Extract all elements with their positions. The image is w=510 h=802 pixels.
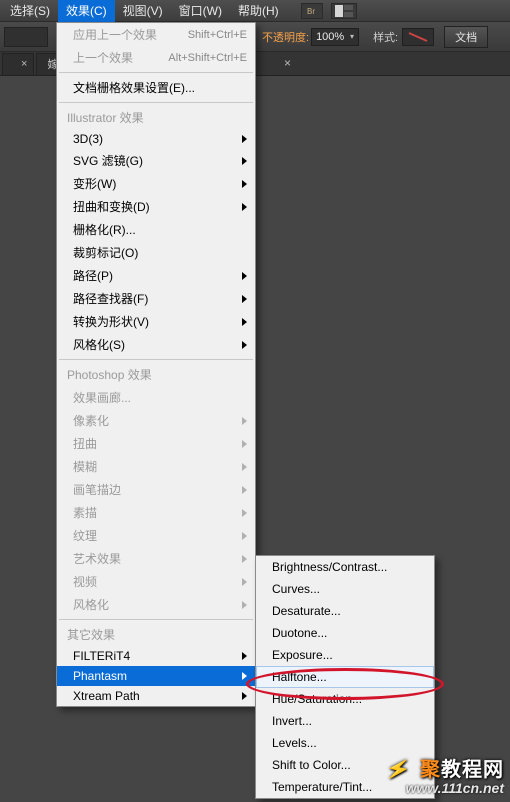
submenu-arrow-icon — [242, 509, 247, 517]
close-icon[interactable]: × — [21, 58, 27, 70]
submenu-arrow-icon — [242, 672, 247, 680]
opacity-field[interactable]: 100% ▾ — [311, 28, 359, 46]
submenu-arrow-icon — [242, 463, 247, 471]
submenu-arrow-icon — [242, 157, 247, 165]
arrange-docs-icon[interactable] — [331, 3, 357, 19]
submenu-arrow-icon — [242, 417, 247, 425]
menu-convert-to-shape[interactable]: 转换为形状(V) — [57, 310, 255, 333]
menubar: 选择(S) 效果(C) 视图(V) 窗口(W) 帮助(H) Br — [0, 0, 510, 22]
watermark-orange: 聚 — [420, 759, 441, 781]
section-other: 其它效果 — [57, 623, 255, 646]
menu-xtream-path[interactable]: Xtream Path — [57, 686, 255, 706]
bridge-icon[interactable]: Br — [301, 3, 323, 19]
menu-doc-raster-settings[interactable]: 文档栅格效果设置(E)... — [57, 76, 255, 99]
section-photoshop: Photoshop 效果 — [57, 363, 255, 386]
tab-1[interactable]: × — [2, 53, 34, 75]
menu-video: 视频 — [57, 570, 255, 593]
submenu-hue-saturation[interactable]: Hue/Saturation... — [256, 688, 434, 710]
menu-effect-gallery: 效果画廊... — [57, 386, 255, 409]
opacity-value: 100% — [316, 29, 344, 45]
submenu-arrow-icon — [242, 578, 247, 586]
menu-apply-last-effect: 应用上一个效果 Shift+Ctrl+E — [57, 23, 255, 46]
menu-ps-stylize: 风格化 — [57, 593, 255, 616]
menu-sketch: 素描 — [57, 501, 255, 524]
menu-blur: 模糊 — [57, 455, 255, 478]
submenu-arrow-icon — [242, 180, 247, 188]
document-setup-button[interactable]: 文档 — [444, 26, 488, 48]
submenu-arrow-icon — [242, 652, 247, 660]
watermark: ⚡ 聚教程网 www.111cn.net — [386, 753, 504, 796]
submenu-arrow-icon — [242, 295, 247, 303]
menu-path[interactable]: 路径(P) — [57, 264, 255, 287]
menu-help[interactable]: 帮助(H) — [230, 0, 287, 22]
submenu-duotone[interactable]: Duotone... — [256, 622, 434, 644]
submenu-arrow-icon — [242, 692, 247, 700]
effects-menu: 应用上一个效果 Shift+Ctrl+E 上一个效果 Alt+Shift+Ctr… — [56, 22, 256, 707]
menu-crop-marks[interactable]: 裁剪标记(O) — [57, 241, 255, 264]
menu-distort-transform[interactable]: 扭曲和变换(D) — [57, 195, 255, 218]
menu-window[interactable]: 窗口(W) — [171, 0, 230, 22]
submenu-invert[interactable]: Invert... — [256, 710, 434, 732]
opacity-label: 不透明度: — [262, 29, 309, 45]
menu-ps-distort: 扭曲 — [57, 432, 255, 455]
menu-pathfinder[interactable]: 路径查找器(F) — [57, 287, 255, 310]
section-illustrator: Illustrator 效果 — [57, 106, 255, 129]
separator — [59, 359, 253, 360]
menu-texture: 纹理 — [57, 524, 255, 547]
submenu-desaturate[interactable]: Desaturate... — [256, 600, 434, 622]
menu-effects[interactable]: 效果(C) — [58, 0, 115, 22]
submenu-arrow-icon — [242, 341, 247, 349]
submenu-halftone[interactable]: Halftone... — [256, 666, 434, 688]
menu-brush-strokes: 画笔描边 — [57, 478, 255, 501]
submenu-arrow-icon — [242, 203, 247, 211]
separator — [59, 72, 253, 73]
menu-3d[interactable]: 3D(3) — [57, 129, 255, 149]
menu-last-effect: 上一个效果 Alt+Shift+Ctrl+E — [57, 46, 255, 69]
menu-phantasm[interactable]: Phantasm — [57, 666, 255, 686]
submenu-arrow-icon — [242, 440, 247, 448]
submenu-exposure[interactable]: Exposure... — [256, 644, 434, 666]
menu-filterit4[interactable]: FILTERiT4 — [57, 646, 255, 666]
separator — [59, 102, 253, 103]
menu-select[interactable]: 选择(S) — [2, 0, 58, 22]
watermark-text: 教程网 — [441, 759, 504, 781]
menu-view[interactable]: 视图(V) — [115, 0, 171, 22]
svg-text:Br: Br — [307, 7, 315, 16]
submenu-arrow-icon — [242, 272, 247, 280]
submenu-brightness-contrast[interactable]: Brightness/Contrast... — [256, 556, 434, 578]
submenu-arrow-icon — [242, 555, 247, 563]
submenu-arrow-icon — [242, 601, 247, 609]
close-icon[interactable]: × — [284, 56, 291, 70]
submenu-arrow-icon — [242, 318, 247, 326]
menu-rasterize[interactable]: 栅格化(R)... — [57, 218, 255, 241]
menu-warp[interactable]: 变形(W) — [57, 172, 255, 195]
menu-stylize[interactable]: 风格化(S) — [57, 333, 255, 356]
style-label: 样式: — [373, 29, 398, 45]
menu-pixelate: 像素化 — [57, 409, 255, 432]
submenu-arrow-icon — [242, 532, 247, 540]
chevron-down-icon: ▾ — [350, 29, 354, 45]
submenu-arrow-icon — [242, 486, 247, 494]
submenu-arrow-icon — [242, 135, 247, 143]
style-swatch[interactable] — [402, 28, 434, 46]
menu-artistic: 艺术效果 — [57, 547, 255, 570]
option-slot-1[interactable] — [4, 27, 48, 47]
menu-svg-filters[interactable]: SVG 滤镜(G) — [57, 149, 255, 172]
submenu-curves[interactable]: Curves... — [256, 578, 434, 600]
bolt-icon: ⚡ — [383, 755, 414, 785]
separator — [59, 619, 253, 620]
submenu-levels[interactable]: Levels... — [256, 732, 434, 754]
